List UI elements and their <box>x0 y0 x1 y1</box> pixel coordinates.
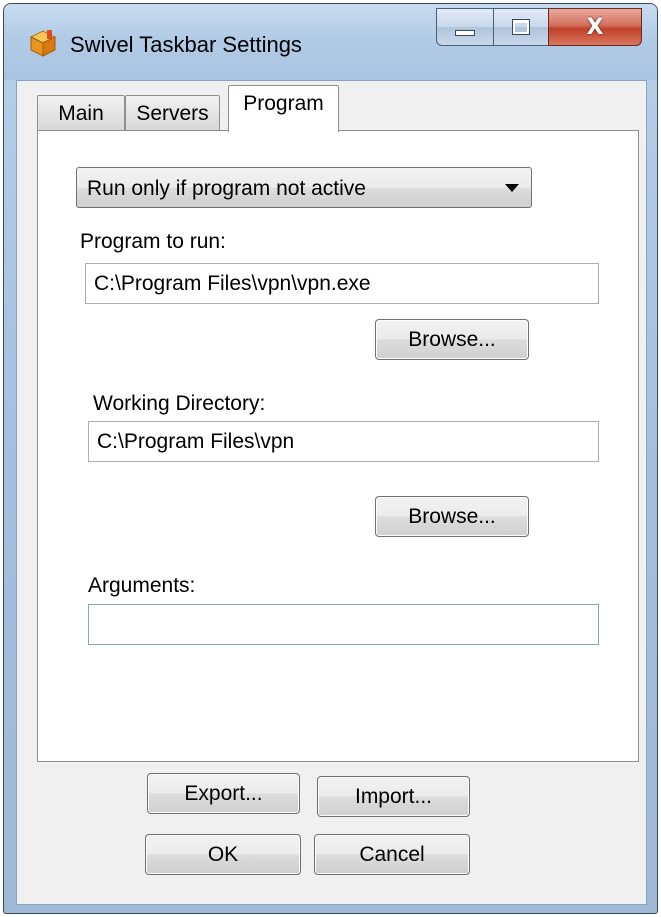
export-button[interactable]: Export... <box>147 773 300 814</box>
maximize-icon <box>512 19 530 35</box>
program-to-run-label: Program to run: <box>80 230 226 253</box>
ok-button[interactable]: OK <box>145 834 301 875</box>
minimize-icon <box>455 30 475 36</box>
dialog-client-area: Main Servers Program Run only if program… <box>16 80 647 905</box>
working-directory-input[interactable]: C:\Program Files\vpn <box>88 421 599 462</box>
run-mode-selected-value: Run only if program not active <box>87 177 366 200</box>
tab-main[interactable]: Main <box>37 95 125 131</box>
run-mode-select[interactable]: Run only if program not active <box>76 167 532 208</box>
tab-strip: Main Servers Program <box>37 85 637 132</box>
working-directory-label: Working Directory: <box>93 392 266 415</box>
window-title: Swivel Taskbar Settings <box>70 32 302 57</box>
title-bar[interactable]: Swivel Taskbar Settings X <box>4 4 657 80</box>
close-icon: X <box>586 14 604 40</box>
program-to-run-input[interactable]: C:\Program Files\vpn\vpn.exe <box>85 263 599 304</box>
dropdown-arrow-icon[interactable] <box>505 184 519 192</box>
tab-servers[interactable]: Servers <box>125 95 220 131</box>
arguments-input[interactable] <box>88 604 599 645</box>
arguments-label: Arguments: <box>88 574 196 597</box>
browse-working-directory-button[interactable]: Browse... <box>375 496 529 537</box>
settings-window: Swivel Taskbar Settings X Main Servers P… <box>3 3 658 914</box>
tab-program[interactable]: Program <box>228 85 339 132</box>
program-tab-panel: Run only if program not active Program t… <box>37 130 639 762</box>
import-button[interactable]: Import... <box>317 776 470 817</box>
close-button[interactable]: X <box>548 8 642 46</box>
cancel-button[interactable]: Cancel <box>314 834 470 875</box>
swivel-app-icon <box>28 28 58 58</box>
browse-program-button[interactable]: Browse... <box>375 319 529 360</box>
maximize-button[interactable] <box>493 8 549 46</box>
minimize-button[interactable] <box>436 8 494 46</box>
caption-buttons: X <box>436 8 644 48</box>
